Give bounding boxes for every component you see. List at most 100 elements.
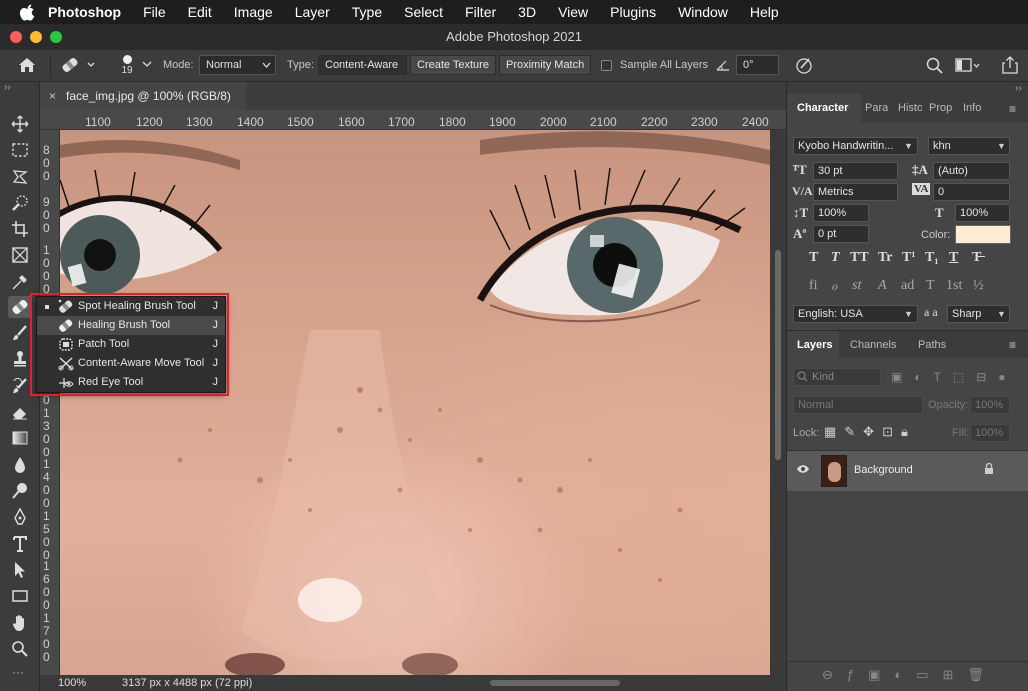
marquee-tool-icon[interactable] xyxy=(8,139,32,161)
old-style-button[interactable]: ℴ xyxy=(831,278,837,295)
menu-3d[interactable]: 3D xyxy=(518,4,536,20)
tab-history[interactable]: Histo xyxy=(898,94,922,122)
font-size-input[interactable]: 30 pt xyxy=(813,162,898,180)
layer-actions-bar[interactable]: ⊖ƒ▣◐▭⊞🗑︎ xyxy=(822,667,1027,685)
close-tab-icon[interactable]: × xyxy=(49,82,56,110)
workspace-icon[interactable] xyxy=(955,58,981,76)
menu-type[interactable]: Type xyxy=(352,4,382,20)
document-canvas[interactable] xyxy=(60,130,770,675)
gradient-tool-icon[interactable] xyxy=(8,427,32,449)
menu-view[interactable]: View xyxy=(558,4,588,20)
superscript-button[interactable]: T¹ xyxy=(902,250,916,266)
subscript-button[interactable]: T₁ xyxy=(925,250,939,266)
small-caps-button[interactable]: Tr xyxy=(878,250,893,266)
fractions-button[interactable]: ½ xyxy=(973,278,984,294)
path-selection-tool-icon[interactable] xyxy=(8,559,32,581)
brush-tool-icon[interactable] xyxy=(8,322,32,344)
minimize-window-button[interactable] xyxy=(30,31,42,43)
zoom-tool-icon[interactable] xyxy=(8,638,32,660)
tab-properties[interactable]: Prop xyxy=(929,94,955,122)
tab-character[interactable]: Character xyxy=(787,94,861,122)
close-window-button[interactable] xyxy=(10,31,22,43)
menu-layer[interactable]: Layer xyxy=(295,4,330,20)
language-select[interactable]: English: USA xyxy=(793,305,918,323)
ligatures-button[interactable]: fi xyxy=(809,278,818,294)
tab-paragraph[interactable]: Para xyxy=(865,94,891,122)
panel-menu-icon[interactable]: ≡ xyxy=(1009,102,1016,116)
clone-stamp-tool-icon[interactable] xyxy=(8,348,32,370)
swash-button[interactable]: st xyxy=(852,278,861,294)
zoom-window-button[interactable] xyxy=(50,31,62,43)
all-caps-button[interactable]: TT xyxy=(850,250,869,266)
menu-select[interactable]: Select xyxy=(404,4,443,20)
faux-italic-button[interactable]: T xyxy=(831,250,840,266)
home-icon[interactable] xyxy=(18,57,36,76)
history-brush-tool-icon[interactable] xyxy=(8,375,32,397)
collapse-toolbox-icon[interactable]: ›› xyxy=(4,82,11,93)
healing-tool-icon[interactable] xyxy=(8,296,32,318)
stylistic-alternates-button[interactable]: A xyxy=(878,278,887,294)
layer-filter-icons[interactable]: ▣◐T⬚⊟● xyxy=(891,370,1025,384)
lasso-tool-icon[interactable] xyxy=(8,166,32,188)
scrollbar-thumb[interactable] xyxy=(775,250,781,460)
strikethrough-button[interactable]: T̶ xyxy=(972,250,981,266)
tab-paths[interactable]: Paths xyxy=(918,331,958,359)
move-tool-icon[interactable] xyxy=(8,113,32,135)
menu-window[interactable]: Window xyxy=(678,4,728,20)
horizontal-scrollbar-thumb[interactable] xyxy=(490,680,620,686)
mode-select[interactable]: Normal xyxy=(199,55,276,75)
layer-row-background[interactable]: Background xyxy=(787,451,1028,491)
menu-help[interactable]: Help xyxy=(750,4,779,20)
text-color-swatch[interactable] xyxy=(955,225,1011,244)
tracking-select[interactable]: 0 xyxy=(933,183,1010,201)
menu-image[interactable]: Image xyxy=(234,4,273,20)
pen-tool-icon[interactable] xyxy=(8,506,32,528)
proximity-match-button[interactable]: Proximity Match xyxy=(499,55,591,75)
sample-all-layers-checkbox[interactable] xyxy=(601,60,612,71)
document-info[interactable]: 3137 px x 4488 px (72 ppi) xyxy=(122,677,252,689)
canvas-vertical-scrollbar[interactable] xyxy=(770,130,786,675)
menu-plugins[interactable]: Plugins xyxy=(610,4,656,20)
collapse-panel-icon[interactable]: ›› xyxy=(1015,83,1022,94)
titling-alternates-button[interactable]: ad xyxy=(901,278,914,294)
search-icon[interactable] xyxy=(926,57,943,77)
kerning-select[interactable]: Metrics xyxy=(813,183,898,201)
eye-icon[interactable] xyxy=(796,464,810,477)
type-tool-icon[interactable] xyxy=(8,533,32,555)
contextual-alternates-button[interactable]: T xyxy=(926,278,935,294)
rectangle-tool-icon[interactable] xyxy=(8,585,32,607)
tab-channels[interactable]: Channels xyxy=(850,331,910,359)
zoom-level[interactable]: 100% xyxy=(58,677,86,689)
menu-filter[interactable]: Filter xyxy=(465,4,496,20)
opacity-input[interactable]: 100% xyxy=(970,396,1010,414)
quick-selection-tool-icon[interactable] xyxy=(8,192,32,214)
tool-preset-picker[interactable] xyxy=(60,56,96,77)
apple-icon[interactable] xyxy=(19,4,36,21)
font-family-select[interactable]: Kyobo Handwritin... xyxy=(793,137,918,155)
ordinals-button[interactable]: 1st xyxy=(946,278,962,294)
faux-bold-button[interactable]: T xyxy=(809,250,818,266)
eyedropper-tool-icon[interactable] xyxy=(8,271,32,293)
tab-layers[interactable]: Layers xyxy=(787,331,839,359)
brush-size-picker[interactable]: 19 xyxy=(112,53,142,76)
fill-input[interactable]: 100% xyxy=(970,424,1010,442)
frame-tool-icon[interactable] xyxy=(8,244,32,266)
menu-file[interactable]: File xyxy=(143,4,166,20)
share-icon[interactable] xyxy=(1002,56,1018,77)
pressure-icon[interactable] xyxy=(795,56,813,77)
crop-tool-icon[interactable] xyxy=(8,218,32,240)
lock-icons[interactable]: ▦✎✥⊡🔒︎ xyxy=(824,424,924,440)
baseline-shift-input[interactable]: 0 pt xyxy=(813,225,869,243)
vertical-scale-input[interactable]: 100% xyxy=(813,204,869,222)
document-tab[interactable]: × face_img.jpg @ 100% (RGB/8) xyxy=(40,82,246,110)
menu-app-name[interactable]: Photoshop xyxy=(48,4,121,20)
layer-name[interactable]: Background xyxy=(854,464,913,476)
dodge-tool-icon[interactable] xyxy=(8,480,32,502)
angle-input[interactable]: 0° xyxy=(736,55,779,75)
tab-info[interactable]: Info xyxy=(963,94,987,122)
leading-input[interactable]: (Auto) xyxy=(933,162,1010,180)
horizontal-scale-input[interactable]: 100% xyxy=(955,204,1010,222)
more-tools-icon[interactable]: ··· xyxy=(12,665,24,679)
hand-tool-icon[interactable] xyxy=(8,612,32,634)
underline-button[interactable]: T xyxy=(949,250,958,266)
